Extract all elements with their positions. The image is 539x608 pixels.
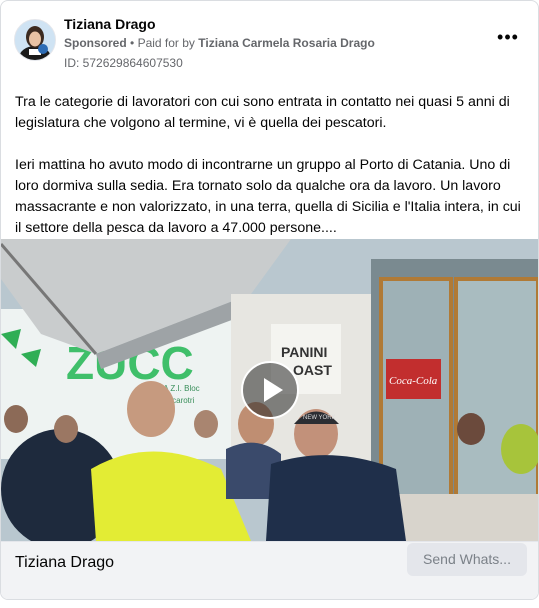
post-paragraph-2: Ieri mattina ho avuto modo di incontrarn… bbox=[15, 157, 521, 236]
avatar-photo bbox=[15, 20, 55, 60]
footer-title[interactable]: Tiziana Drago bbox=[15, 554, 114, 572]
send-whatsapp-button[interactable]: Send Whats... bbox=[407, 543, 527, 576]
toast-sign-text: OAST bbox=[293, 362, 332, 378]
ad-footer: Tiziana Drago Send Whats... bbox=[1, 541, 538, 599]
advertiser-name[interactable]: Tiziana Drago bbox=[64, 16, 156, 32]
play-triangle bbox=[264, 378, 283, 402]
play-icon[interactable] bbox=[241, 361, 299, 419]
separator-dot: • bbox=[130, 36, 138, 50]
post-paragraph-1: Tra le categorie di lavoratori con cui s… bbox=[15, 94, 510, 131]
sponsored-label: Sponsored bbox=[64, 36, 127, 50]
ad-card: Tiziana Drago Sponsored • Paid for by Ti… bbox=[0, 0, 539, 600]
advertiser-avatar[interactable] bbox=[14, 19, 56, 61]
cap-text: NEW YORK bbox=[303, 415, 336, 421]
sponsored-line: Sponsored • Paid for by Tiziana Carmela … bbox=[64, 36, 375, 50]
coke-sign-text: Coca-Cola bbox=[389, 375, 438, 387]
paid-for-by-name[interactable]: Tiziana Carmela Rosaria Drago bbox=[198, 36, 375, 50]
post-text: Tra le categorie di lavoratori con cui s… bbox=[15, 92, 527, 239]
more-options-icon[interactable]: ••• bbox=[497, 28, 519, 49]
ad-id: ID: 572629864607530 bbox=[64, 56, 183, 70]
paid-for-prefix: Paid for by bbox=[137, 36, 195, 50]
panini-sign-text: PANINI bbox=[281, 344, 327, 360]
